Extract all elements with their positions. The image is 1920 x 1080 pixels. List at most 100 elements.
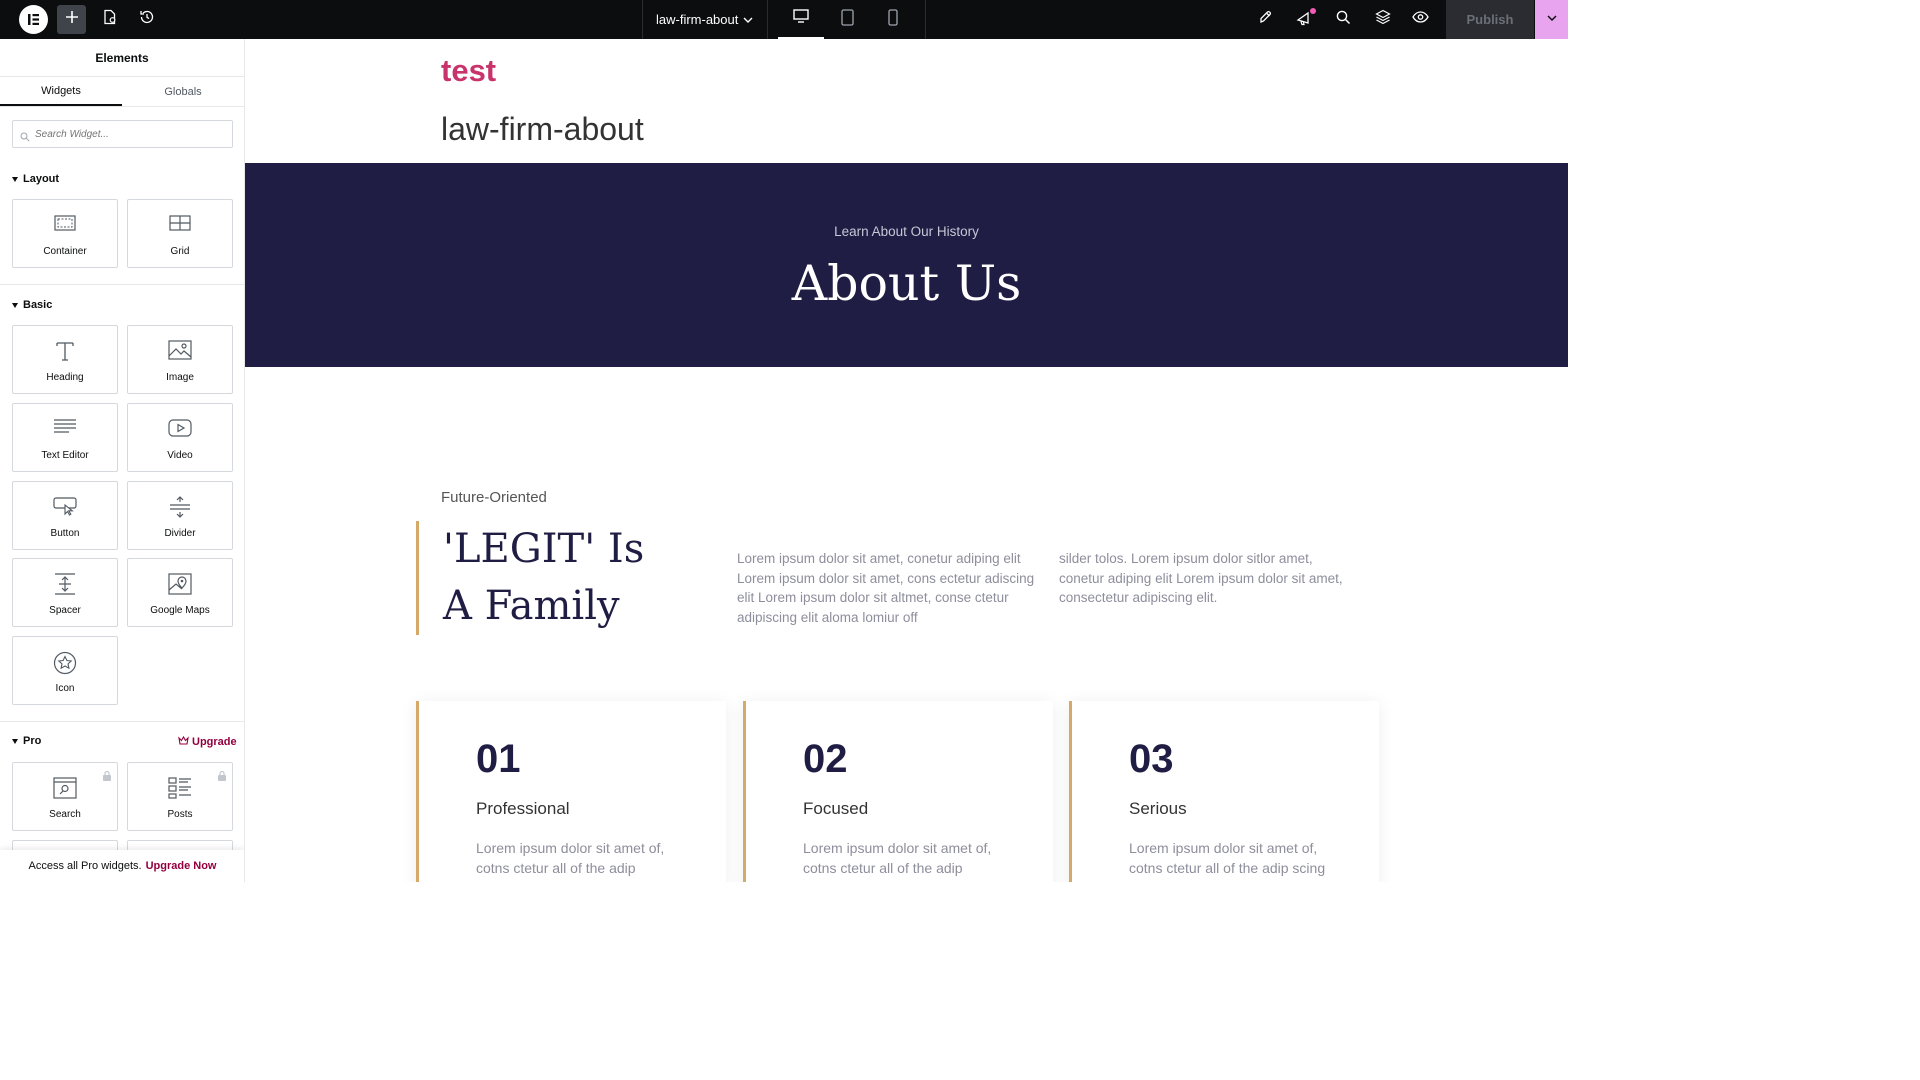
tab-widgets[interactable]: Widgets [0,77,122,106]
pro-banner-text: Access all Pro widgets. [28,860,142,872]
card-text: Lorem ipsum dolor sit amet of, cotns cte… [476,840,665,876]
widget-heading[interactable]: Heading [12,325,118,394]
widget-button[interactable]: Button [12,481,118,550]
widget-grid[interactable]: Grid [127,199,233,268]
card-text: Lorem ipsum dolor sit amet of, cotns cte… [803,840,992,876]
history-button[interactable] [132,5,161,34]
hero-subtitle: Learn About Our History [834,224,979,239]
panel-title: Elements [0,39,244,77]
structure-button[interactable] [1368,5,1397,34]
intro-paragraph-1: Lorem ipsum dolor sit amet, conetur adip… [737,551,1035,626]
feature-card[interactable]: 01 Professional Lorem ipsum dolor sit am… [416,701,726,882]
history-icon [139,9,155,30]
site-settings-icon [1258,9,1274,30]
add-element-button[interactable] [57,5,86,34]
category-layout[interactable]: Layout [12,173,59,185]
card-title: Serious [1129,799,1187,818]
widget-text-editor[interactable]: Text Editor [12,403,118,472]
grid-icon [128,214,232,232]
posts-icon [128,777,232,799]
upgrade-link[interactable]: Upgrade [178,735,237,748]
feature-card[interactable]: 03 Serious Lorem ipsum dolor sit amet of… [1069,701,1379,882]
widget-video[interactable]: Video [127,403,233,472]
upgrade-label: Upgrade [192,736,237,748]
publish-options-button[interactable] [1535,0,1568,39]
chevron-down-icon[interactable] [742,13,754,31]
text-editor-icon [13,418,117,436]
widget-label: Search [49,809,81,820]
structure-icon [1374,9,1391,30]
widget-divider[interactable]: Divider [127,481,233,550]
preview-button[interactable] [1406,5,1435,34]
preview-eye-icon [1412,10,1429,29]
widget-search-input[interactable] [35,121,225,147]
card-number: 01 [476,737,521,781]
star-icon [13,651,117,675]
category-pro-label: Pro [23,735,42,747]
hero-title: About Us [791,255,1022,312]
button-icon [13,496,117,516]
widget-icon[interactable]: Icon [12,636,118,705]
widget-posts[interactable]: Posts [127,762,233,831]
search-widget-icon [13,777,117,799]
accent-bar [416,521,419,635]
mobile-view-button[interactable] [870,0,916,39]
preview-canvas: test law-firm-about Learn About Our Hist… [245,39,1568,882]
widget-image[interactable]: Image [127,325,233,394]
widget-container[interactable]: Container [12,199,118,268]
widget-label: Posts [167,809,193,820]
widget-label: Google Maps [150,605,210,616]
upgrade-now-link[interactable]: Upgrade Now [146,860,217,872]
intro-heading-line1: 'LEGIT' Is [443,526,645,572]
video-icon [128,418,232,438]
plus-icon [65,10,79,29]
search-icon [1336,10,1351,30]
card-title: Focused [803,799,869,818]
widget-search[interactable]: Search [12,762,118,831]
category-pro[interactable]: Pro [12,735,41,747]
widget-spacer[interactable]: Spacer [12,558,118,627]
editor-top-bar: law-firm-about Publish [0,0,1568,39]
intro-paragraph-2: silder tolos. Lorem ipsum dolor sitlor a… [1059,551,1343,606]
card-text: Lorem ipsum dolor sit amet of, cotns cte… [1129,840,1326,876]
widget-label: Button [50,528,80,539]
google-maps-icon [128,573,232,595]
tablet-view-button[interactable] [824,0,870,39]
category-basic-label: Basic [23,299,53,311]
widget-label: Heading [46,372,84,383]
site-settings-button[interactable] [1251,5,1280,34]
widget-google-maps[interactable]: Google Maps [127,558,233,627]
tablet-icon [840,8,854,31]
page-settings-button[interactable] [95,5,124,34]
container-icon [13,214,117,232]
site-title[interactable]: test [441,53,496,89]
spacer-icon [13,573,117,595]
heading-icon [13,340,117,362]
widget-search [12,120,233,148]
elementor-logo-icon[interactable] [19,5,48,34]
feature-card[interactable]: 02 Focused Lorem ipsum dolor sit amet of… [743,701,1053,882]
pro-upgrade-banner: Access all Pro widgets. Upgrade Now [0,850,244,882]
desktop-view-button[interactable] [778,0,824,39]
publish-button[interactable]: Publish [1446,0,1534,39]
notifications-button[interactable] [1290,5,1319,34]
widget-label: Spacer [49,605,81,616]
category-layout-label: Layout [23,173,60,185]
search-button[interactable] [1329,5,1358,34]
divider-icon [128,496,232,518]
intro-eyebrow: Future-Oriented [441,489,547,506]
chevron-down-icon [1546,11,1558,29]
document-title[interactable]: law-firm-about [656,12,738,27]
category-basic[interactable]: Basic [12,299,52,311]
crown-icon [178,735,189,748]
page-settings-icon [102,9,118,30]
widget-label: Grid [170,246,190,257]
card-title: Professional [476,799,570,818]
intro-heading: 'LEGIT' Is A Family [443,521,723,635]
tab-globals[interactable]: Globals [122,77,244,106]
card-number: 02 [803,737,848,781]
widget-label: Image [166,372,194,383]
elements-panel: Elements Widgets Globals Layout Containe… [0,39,245,882]
about-hero-section[interactable]: Learn About Our History About Us [245,163,1568,367]
widget-label: Text Editor [41,450,89,461]
